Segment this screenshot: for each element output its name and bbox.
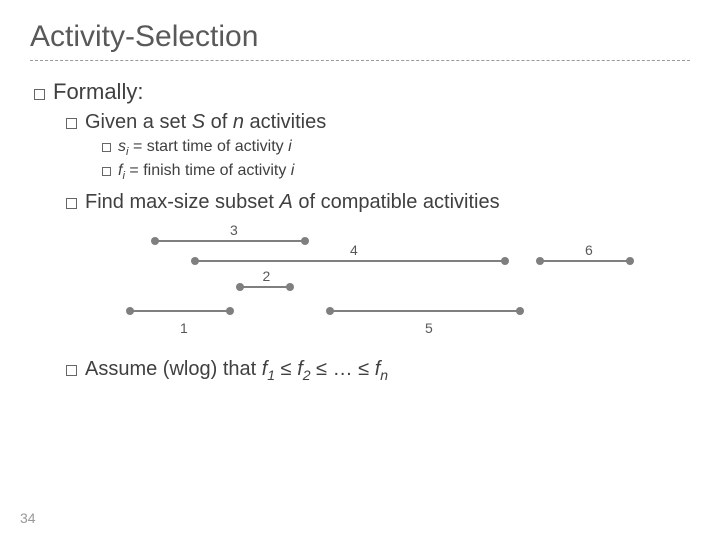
bullet-si: si = start time of activity i bbox=[102, 136, 690, 160]
bullet-find: Find max-size subset A of compatible act… bbox=[66, 191, 690, 214]
interval-5 bbox=[330, 310, 520, 312]
formally-label: Formally: bbox=[53, 79, 143, 105]
bullet-icon bbox=[66, 118, 77, 129]
bullet-fi: fi = finish time of activity i bbox=[102, 160, 690, 184]
interval-2 bbox=[240, 286, 290, 288]
given-text: Given a set S of n activities bbox=[85, 111, 326, 134]
interval-label-1: 1 bbox=[180, 320, 188, 336]
interval-label-5: 5 bbox=[425, 320, 433, 336]
interval-3 bbox=[155, 240, 305, 242]
interval-6 bbox=[540, 260, 630, 262]
bullet-icon bbox=[66, 198, 77, 209]
page-number: 34 bbox=[20, 510, 36, 526]
bullet-assume: Assume (wlog) that f1 ≤ f2 ≤ … ≤ fn bbox=[66, 358, 690, 383]
interval-diagram: 123456 bbox=[130, 228, 630, 338]
interval-label-6: 6 bbox=[585, 242, 593, 258]
slide-title: Activity-Selection bbox=[30, 20, 690, 54]
slide: Activity-Selection Formally: Given a set… bbox=[0, 0, 720, 383]
bullet-formally: Formally: bbox=[34, 79, 690, 105]
bullet-icon bbox=[102, 167, 111, 176]
bullet-icon bbox=[34, 89, 45, 100]
bullet-icon bbox=[66, 365, 77, 376]
si-text: si = start time of activity i bbox=[118, 136, 292, 160]
bullet-icon bbox=[102, 143, 111, 152]
interval-4 bbox=[195, 260, 505, 262]
assume-text: Assume (wlog) that f1 ≤ f2 ≤ … ≤ fn bbox=[85, 358, 388, 383]
bullet-given: Given a set S of n activities bbox=[66, 111, 690, 134]
fi-text: fi = finish time of activity i bbox=[118, 160, 294, 184]
interval-label-3: 3 bbox=[230, 222, 238, 238]
interval-label-2: 2 bbox=[263, 268, 271, 284]
interval-label-4: 4 bbox=[350, 242, 358, 258]
interval-1 bbox=[130, 310, 230, 312]
find-text: Find max-size subset A of compatible act… bbox=[85, 191, 500, 214]
title-divider bbox=[30, 60, 690, 61]
